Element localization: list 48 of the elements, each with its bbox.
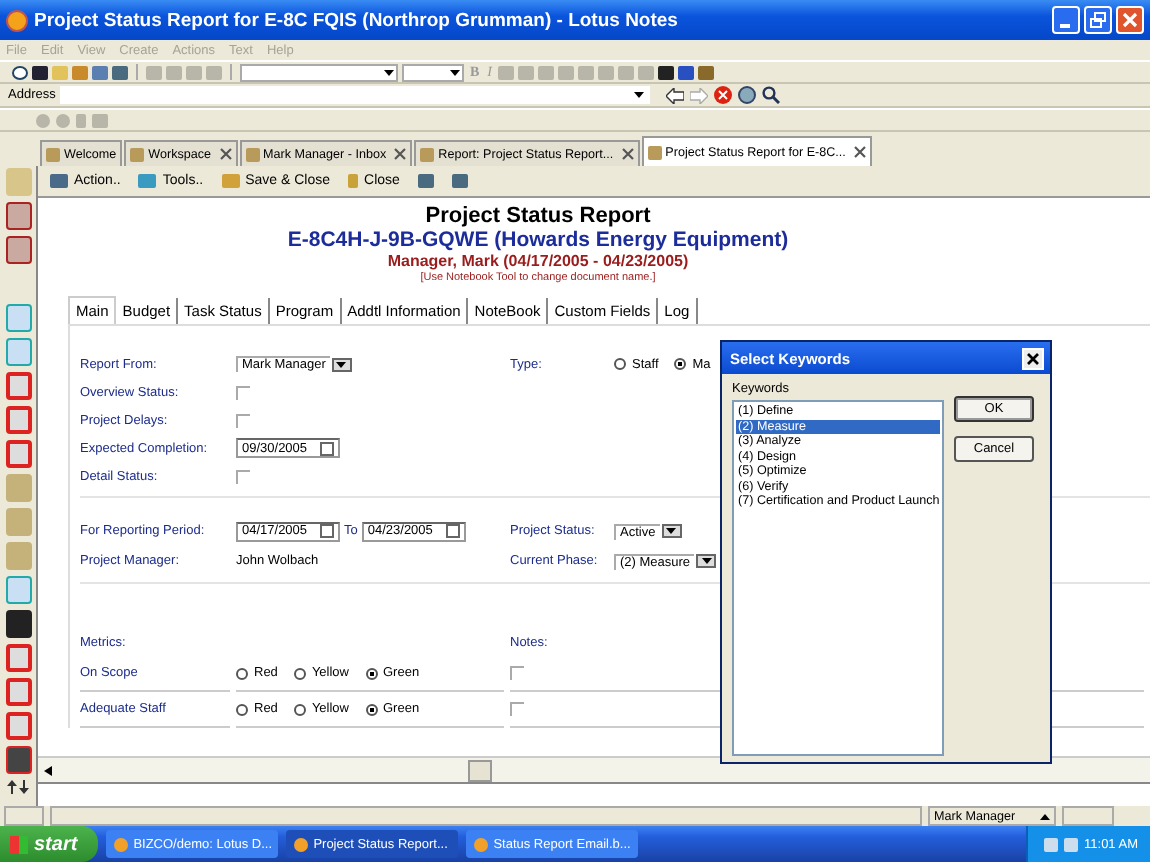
status-bar-segment [4, 806, 44, 826]
app-icon [113, 837, 128, 851]
dropdown-button[interactable] [661, 524, 682, 538]
refresh-icon[interactable] [737, 86, 756, 104]
document-title: Project Status Report [423, 204, 653, 228]
caret-icon [336, 361, 347, 367]
dropdown-button[interactable] [696, 554, 717, 568]
address-field[interactable] [59, 86, 650, 104]
caret-icon [450, 69, 460, 75]
back-arrow-icon[interactable] [665, 87, 684, 103]
project-code-heading: E-8C4H-J-9B-GQWE (Howards Energy Equipment) [285, 228, 791, 252]
restore-button[interactable] [1084, 6, 1112, 34]
minimize-button[interactable] [1052, 6, 1080, 34]
dropdown-button[interactable] [331, 357, 352, 371]
notes-field[interactable] [510, 702, 524, 716]
caret-icon [666, 528, 677, 534]
stop-icon[interactable] [713, 86, 732, 104]
app-icon [6, 9, 28, 31]
circle-icon[interactable] [12, 65, 28, 79]
notes-field[interactable] [510, 666, 524, 680]
flag-icon [10, 835, 28, 853]
caret-icon [384, 69, 394, 75]
manager-period-heading: Manager, Mark (04/17/2005 - 04/23/2005) [385, 252, 691, 272]
scroll-arrows-icon[interactable] [6, 780, 30, 798]
close-icon[interactable] [219, 148, 232, 160]
toolbar-icon [348, 174, 359, 188]
horizontal-scrollbar[interactable] [38, 756, 1150, 784]
close-icon [1026, 351, 1040, 365]
window-title: Project Status Report for E-8C FQIS (Northrop Grumman) - Lotus Notes [34, 9, 680, 31]
toolbar-icon [221, 174, 240, 188]
restore-icon [1090, 12, 1106, 28]
left-arrow-icon[interactable] [44, 765, 52, 775]
empty-field[interactable] [236, 469, 250, 483]
close-icon[interactable] [853, 146, 866, 158]
toolbar-icon [50, 174, 68, 188]
scroll-thumb[interactable] [468, 760, 492, 782]
size-dropdown[interactable] [402, 63, 464, 81]
close-button[interactable] [1022, 347, 1044, 369]
caret-icon [1040, 813, 1050, 819]
app-icon [473, 837, 488, 851]
search-icon[interactable] [761, 86, 780, 104]
caret-icon [633, 92, 644, 98]
close-icon[interactable] [621, 148, 634, 160]
close-icon [1122, 12, 1138, 28]
close-icon[interactable] [394, 148, 407, 160]
caret-icon [701, 558, 712, 564]
app-icon [293, 837, 308, 851]
toolbar-icon [138, 174, 157, 188]
